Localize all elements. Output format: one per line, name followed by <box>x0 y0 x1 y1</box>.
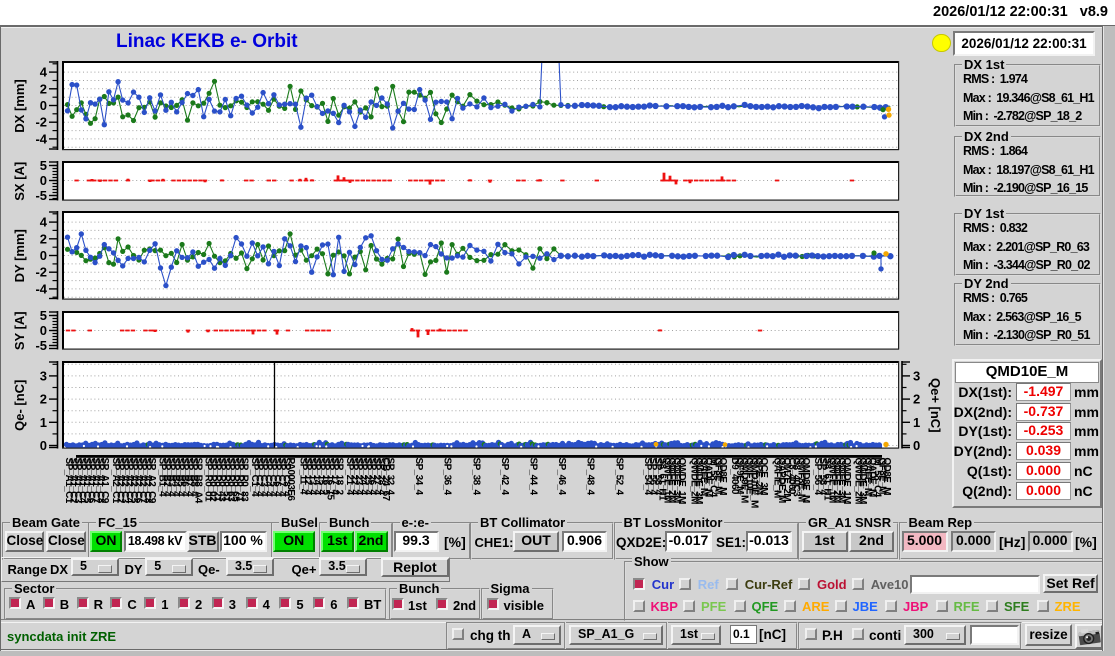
svg-text:SP_R0_83: SP_R0_83 <box>239 458 250 503</box>
svg-text:4: 4 <box>40 215 48 230</box>
svg-text:1: 1 <box>40 415 47 430</box>
svg-text:QD8E_M: QD8E_M <box>881 458 892 496</box>
svg-text:-5: -5 <box>35 188 47 203</box>
svg-text:SP_42_4: SP_42_4 <box>499 458 510 496</box>
svg-text:0: 0 <box>40 173 47 188</box>
svg-text:SP_34_4: SP_34_4 <box>413 458 424 496</box>
svg-text:-2: -2 <box>35 265 47 280</box>
svg-text:SP_B8_A4: SP_B8_A4 <box>192 458 203 504</box>
svg-text:DY [mm]: DY [mm] <box>12 229 27 282</box>
svg-text:PA0003E6: PA0003E6 <box>285 458 296 502</box>
svg-text:0: 0 <box>913 438 920 453</box>
svg-text:QD8E_M: QD8E_M <box>717 458 728 496</box>
svg-text:SP_46_4: SP_46_4 <box>556 458 567 496</box>
svg-text:3: 3 <box>40 368 47 383</box>
svg-text:2: 2 <box>40 231 47 246</box>
svg-text:Qe- [nC]: Qe- [nC] <box>12 380 27 431</box>
svg-text:2: 2 <box>40 81 47 96</box>
svg-text:SX [A]: SX [A] <box>12 162 27 201</box>
svg-text:SP_44_4: SP_44_4 <box>528 458 539 496</box>
svg-text:DX [mm]: DX [mm] <box>12 79 27 132</box>
svg-text:SP_52_4: SP_52_4 <box>613 458 624 496</box>
svg-text:5: 5 <box>40 308 47 323</box>
svg-text:SP_A2_C9: SP_A2_C9 <box>146 458 157 504</box>
svg-text:SP_38_4: SP_38_4 <box>470 458 481 496</box>
svg-text:-4: -4 <box>35 281 47 296</box>
svg-text:0: 0 <box>40 248 47 263</box>
svg-text:SP_36_4: SP_36_4 <box>442 458 453 496</box>
svg-text:SP_48_4: SP_48_4 <box>585 458 596 496</box>
svg-text:SP_18_2: SP_18_2 <box>334 458 345 496</box>
svg-text:QWDE_1M: QWDE_1M <box>841 458 852 505</box>
svg-text:0: 0 <box>40 98 47 113</box>
svg-text:QWDE_1M: QWDE_1M <box>676 458 687 505</box>
svg-text:SP_32_4: SP_32_4 <box>385 458 396 496</box>
svg-text:SP_A1_C9: SP_A1_C9 <box>99 458 110 504</box>
svg-text:QCE_3M: QCE_3M <box>758 458 769 496</box>
svg-text:-4: -4 <box>35 131 47 146</box>
svg-text:0: 0 <box>40 438 47 453</box>
svg-text:Qe+ [nC]: Qe+ [nC] <box>928 378 943 433</box>
svg-text:2: 2 <box>913 392 920 407</box>
svg-text:-5: -5 <box>35 338 47 353</box>
svg-text:QMD8E_M: QMD8E_M <box>800 458 811 504</box>
svg-text:-2: -2 <box>35 115 47 130</box>
svg-text:5: 5 <box>40 158 47 173</box>
svg-text:0: 0 <box>40 323 47 338</box>
svg-text:2: 2 <box>40 392 47 407</box>
svg-text:3: 3 <box>913 368 920 383</box>
svg-text:SY [A]: SY [A] <box>12 311 27 350</box>
svg-text:1: 1 <box>913 415 920 430</box>
svg-text:4: 4 <box>40 65 48 80</box>
